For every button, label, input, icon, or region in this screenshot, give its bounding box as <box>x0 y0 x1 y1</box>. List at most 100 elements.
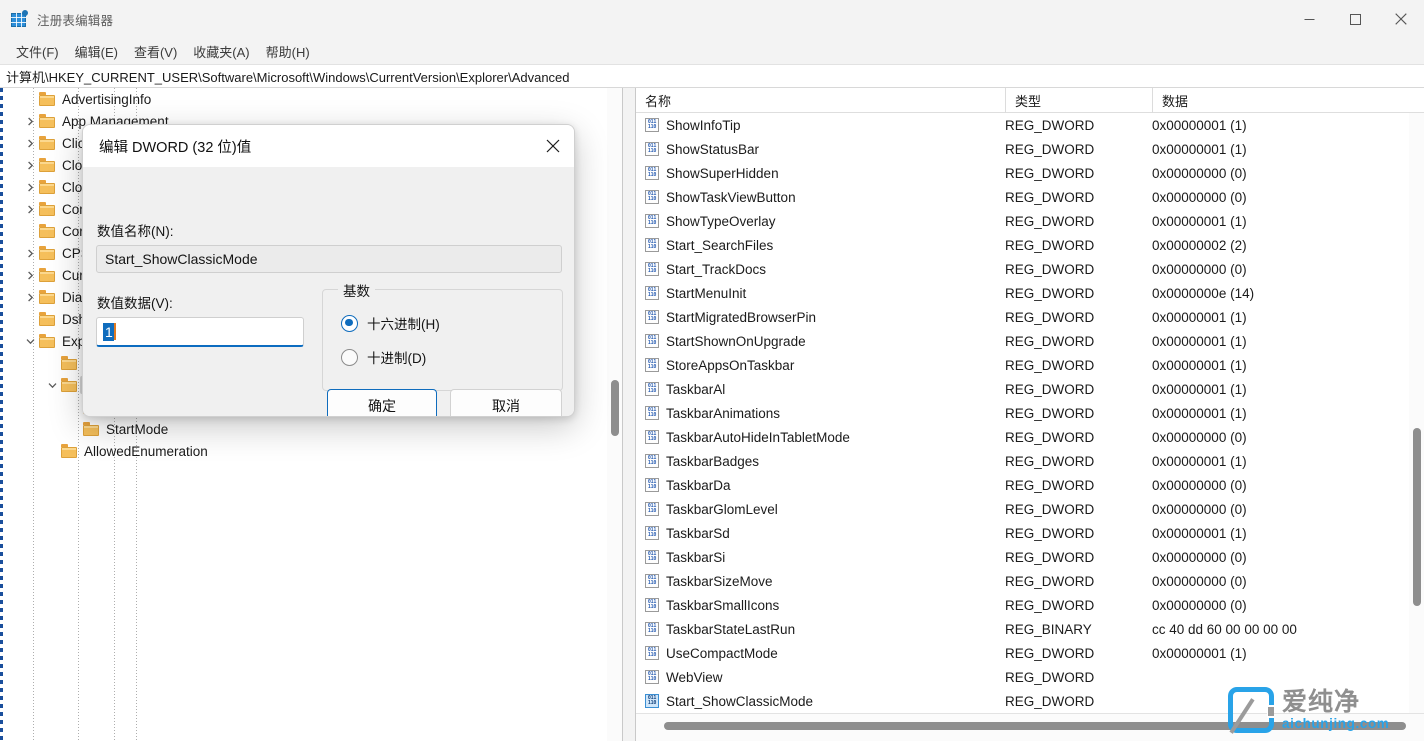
chevron-placeholder <box>22 220 39 242</box>
maximize-button[interactable] <box>1332 0 1378 38</box>
folder-icon <box>39 334 56 348</box>
radio-hexadecimal-icon <box>341 315 358 332</box>
chevron-right-icon[interactable] <box>22 198 39 220</box>
close-button[interactable] <box>1378 0 1424 38</box>
table-row[interactable]: 011110Start_TrackDocsREG_DWORD0x00000000… <box>636 257 1409 281</box>
panel-splitter[interactable] <box>622 88 636 741</box>
value-name-text: TaskbarStateLastRun <box>666 622 795 637</box>
value-name-input[interactable]: Start_ShowClassicMode <box>96 245 562 273</box>
value-data-cell: 0x00000001 (1) <box>1152 646 1409 661</box>
chevron-down-icon[interactable] <box>22 330 39 352</box>
value-type-cell: REG_DWORD <box>1005 598 1152 613</box>
chevron-down-icon[interactable] <box>44 374 61 396</box>
column-header-type[interactable]: 类型 <box>1005 88 1152 113</box>
folder-icon <box>61 378 78 392</box>
menu-favorites[interactable]: 收藏夹(A) <box>185 39 257 64</box>
value-type-cell: REG_DWORD <box>1005 502 1152 517</box>
value-name-text: TaskbarAnimations <box>666 406 780 421</box>
chevron-right-icon[interactable] <box>22 132 39 154</box>
watermark-logo-icon <box>1228 687 1274 733</box>
value-name-text: StartShownOnUpgrade <box>666 334 806 349</box>
table-row[interactable]: 011110TaskbarSmallIconsREG_DWORD0x000000… <box>636 593 1409 617</box>
value-data-label: 数值数据(V): <box>97 292 173 312</box>
table-row[interactable]: 011110ShowTypeOverlayREG_DWORD0x00000001… <box>636 209 1409 233</box>
table-row[interactable]: 011110TaskbarBadgesREG_DWORD0x00000001 (… <box>636 449 1409 473</box>
registry-values-panel[interactable]: 名称 类型 数据 011110ShowInfoTipREG_DWORD0x000… <box>636 88 1424 741</box>
cancel-button[interactable]: 取消 <box>450 389 562 417</box>
chevron-right-icon[interactable] <box>22 242 39 264</box>
values-column-header: 名称 类型 数据 <box>636 88 1424 113</box>
registry-value-icon: 011110 <box>645 430 661 445</box>
value-name-text: ShowInfoTip <box>666 118 741 133</box>
tree-vertical-scrollbar[interactable] <box>607 88 622 741</box>
value-name-text: TaskbarDa <box>666 478 731 493</box>
chevron-right-icon[interactable] <box>22 110 39 132</box>
chevron-right-icon[interactable] <box>22 154 39 176</box>
column-header-data[interactable]: 数据 <box>1152 88 1424 113</box>
chevron-right-icon[interactable] <box>22 176 39 198</box>
ok-button[interactable]: 确定 <box>327 389 437 417</box>
chevron-placeholder <box>44 440 61 462</box>
radio-decimal[interactable]: 十进制(D) <box>341 347 426 367</box>
address-bar[interactable]: 计算机\HKEY_CURRENT_USER\Software\Microsoft… <box>0 64 1424 88</box>
registry-value-icon: 011110 <box>645 190 661 205</box>
column-header-name[interactable]: 名称 <box>636 88 1005 113</box>
table-row[interactable]: 011110TaskbarSizeMoveREG_DWORD0x00000000… <box>636 569 1409 593</box>
chevron-right-icon[interactable] <box>22 264 39 286</box>
tree-item-label: AllowedEnumeration <box>80 444 208 459</box>
menu-edit[interactable]: 编辑(E) <box>67 39 126 64</box>
table-row[interactable]: 011110TaskbarSdREG_DWORD0x00000001 (1) <box>636 521 1409 545</box>
chevron-right-icon[interactable] <box>22 286 39 308</box>
tree-item-startmode[interactable]: StartMode <box>0 418 607 440</box>
value-name-cell: 011110StartMigratedBrowserPin <box>636 310 1005 325</box>
tree-scrollbar-thumb[interactable] <box>611 380 619 436</box>
menu-view[interactable]: 查看(V) <box>126 39 185 64</box>
value-name-text: TaskbarAl <box>666 382 725 397</box>
menu-file[interactable]: 文件(F) <box>8 39 67 64</box>
value-name-cell: 011110TaskbarDa <box>636 478 1005 493</box>
table-row[interactable]: 011110TaskbarSiREG_DWORD0x00000000 (0) <box>636 545 1409 569</box>
value-name-cell: 011110Start_ShowClassicMode <box>636 694 1005 709</box>
table-row[interactable]: 011110TaskbarGlomLevelREG_DWORD0x0000000… <box>636 497 1409 521</box>
table-row[interactable]: 011110UseCompactModeREG_DWORD0x00000001 … <box>636 641 1409 665</box>
registry-value-icon: 011110 <box>645 622 661 637</box>
value-name-cell: 011110TaskbarBadges <box>636 454 1005 469</box>
title-bar-left: 注册表编辑器 <box>0 10 113 29</box>
table-row[interactable]: 011110TaskbarDaREG_DWORD0x00000000 (0) <box>636 473 1409 497</box>
value-data-input[interactable]: 1 <box>96 317 304 347</box>
table-row[interactable]: 011110TaskbarStateLastRunREG_BINARYcc 40… <box>636 617 1409 641</box>
tree-item-allowedenumeration[interactable]: AllowedEnumeration <box>0 440 607 462</box>
table-row[interactable]: 011110StartMigratedBrowserPinREG_DWORD0x… <box>636 305 1409 329</box>
registry-value-icon: 011110 <box>645 142 661 157</box>
value-data-text: 1 <box>103 323 114 341</box>
minimize-button[interactable] <box>1286 0 1332 38</box>
registry-value-icon: 011110 <box>645 550 661 565</box>
table-row[interactable]: 011110Start_SearchFilesREG_DWORD0x000000… <box>636 233 1409 257</box>
folder-icon <box>39 246 56 260</box>
table-row[interactable]: 011110ShowTaskViewButtonREG_DWORD0x00000… <box>636 185 1409 209</box>
table-row[interactable]: 011110TaskbarAnimationsREG_DWORD0x000000… <box>636 401 1409 425</box>
tree-item-advertisinginfo[interactable]: AdvertisingInfo <box>0 88 607 110</box>
table-row[interactable]: 011110StartShownOnUpgradeREG_DWORD0x0000… <box>636 329 1409 353</box>
value-type-cell: REG_DWORD <box>1005 190 1152 205</box>
menu-help[interactable]: 帮助(H) <box>258 39 318 64</box>
value-type-cell: REG_BINARY <box>1005 622 1152 637</box>
table-row[interactable]: 011110TaskbarAutoHideInTabletModeREG_DWO… <box>636 425 1409 449</box>
table-row[interactable]: 011110StoreAppsOnTaskbarREG_DWORD0x00000… <box>636 353 1409 377</box>
value-name-text: Start_ShowClassicMode <box>666 694 813 709</box>
values-scrollbar-thumb[interactable] <box>1413 428 1421 606</box>
radio-hexadecimal[interactable]: 十六进制(H) <box>341 313 440 333</box>
value-name-text: TaskbarSizeMove <box>666 574 773 589</box>
dialog-close-icon[interactable] <box>530 125 575 167</box>
value-name-text: Start_SearchFiles <box>666 238 773 253</box>
values-vertical-scrollbar[interactable] <box>1409 113 1424 713</box>
table-row[interactable]: 011110TaskbarAlREG_DWORD0x00000001 (1) <box>636 377 1409 401</box>
table-row[interactable]: 011110ShowInfoTipREG_DWORD0x00000001 (1) <box>636 113 1409 137</box>
table-row[interactable]: 011110ShowStatusBarREG_DWORD0x00000001 (… <box>636 137 1409 161</box>
registry-value-icon: 011110 <box>645 670 661 685</box>
table-row[interactable]: 011110ShowSuperHiddenREG_DWORD0x00000000… <box>636 161 1409 185</box>
table-row[interactable]: 011110StartMenuInitREG_DWORD0x0000000e (… <box>636 281 1409 305</box>
value-name-cell: 011110ShowInfoTip <box>636 118 1005 133</box>
folder-icon <box>39 180 56 194</box>
value-type-cell: REG_DWORD <box>1005 574 1152 589</box>
